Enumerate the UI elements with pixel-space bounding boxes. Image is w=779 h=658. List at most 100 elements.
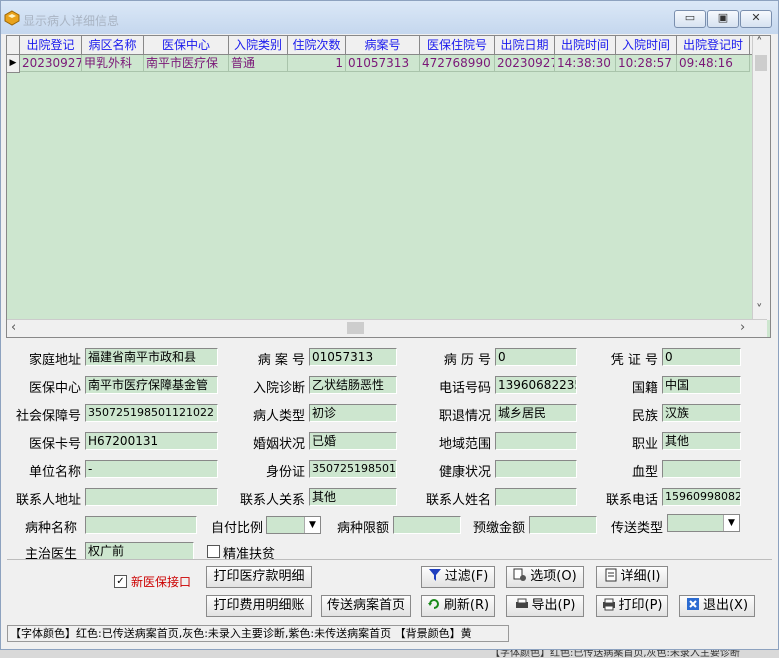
chevron-down-icon[interactable]: ▼ [723, 515, 739, 531]
address-field[interactable]: 福建省南平市政和县 [85, 348, 218, 366]
card-no-label: 医保卡号 [28, 437, 81, 452]
table-cell[interactable]: 1 [288, 55, 346, 72]
column-header[interactable]: 出院时间 [555, 36, 616, 54]
nationality-label: 国籍 [631, 381, 658, 396]
print-button[interactable]: 打印(P) [596, 595, 668, 617]
marital-label: 婚姻状况 [252, 437, 305, 452]
filter-button[interactable]: 过滤(F) [421, 566, 495, 588]
column-header[interactable]: 入院类别 [229, 36, 288, 54]
id-card-field[interactable]: 350725198501 [309, 460, 397, 478]
table-cell[interactable]: 01057313 [346, 55, 420, 72]
column-header[interactable]: 出院日期 [495, 36, 555, 54]
job-field[interactable]: 其他 [662, 432, 741, 450]
table-cell[interactable]: 20230927 [20, 55, 82, 72]
blood-field[interactable] [662, 460, 741, 478]
horizontal-scrollbar[interactable]: ‹ › [7, 319, 767, 337]
contact-phone-label: 联系电话 [605, 493, 658, 508]
card-no-field[interactable]: H67200131 [85, 432, 218, 450]
transfer-type-select[interactable]: ▼ [667, 514, 740, 532]
scroll-right-icon[interactable]: › [740, 321, 745, 335]
doctor-field[interactable]: 权广前 [85, 542, 194, 560]
insurance-center-field[interactable]: 南平市医疗保障基金管 [85, 376, 218, 394]
health-field[interactable] [495, 460, 577, 478]
table-cell[interactable]: 09:48:16 [677, 55, 750, 72]
exit-button[interactable]: 退出(X) [679, 595, 755, 617]
diagnosis-field[interactable]: 乙状结肠恶性 [309, 376, 397, 394]
scroll-up-icon[interactable]: ˄ [756, 37, 763, 51]
region-field[interactable] [495, 432, 577, 450]
table-cell[interactable]: 10:28:57 [616, 55, 677, 72]
patient-grid[interactable]: 出院登记 病区名称 医保中心 入院类别 住院次数 病案号 医保住院号 出院日期 … [6, 35, 771, 338]
filter-label: 过滤(F) [444, 569, 489, 584]
nationality-field[interactable]: 中国 [662, 376, 741, 394]
phone-label: 电话号码 [438, 381, 491, 396]
prepay-field[interactable] [529, 516, 597, 534]
column-header[interactable]: 医保住院号 [420, 36, 495, 54]
employer-label: 单位名称 [28, 465, 81, 480]
ethnicity-field[interactable]: 汉族 [662, 404, 741, 422]
contact-relation-label: 联系人关系 [239, 493, 305, 508]
table-cell[interactable]: 甲乳外科 [82, 55, 144, 72]
table-cell[interactable]: 南平市医疗保 [144, 55, 229, 72]
phone-field[interactable]: 13960682235 [495, 376, 577, 394]
occupation-status-field[interactable]: 城乡居民 [495, 404, 577, 422]
column-header[interactable]: 病案号 [346, 36, 420, 54]
export-button[interactable]: 导出(P) [506, 595, 584, 617]
contact-name-field[interactable] [495, 488, 577, 506]
disease-limit-field[interactable] [393, 516, 461, 534]
options-icon [513, 568, 527, 581]
social-security-label: 社会保障号 [15, 409, 81, 424]
disease-type-field[interactable] [85, 516, 197, 534]
patient-type-field[interactable]: 初诊 [309, 404, 397, 422]
app-icon [4, 10, 20, 26]
self-pay-select[interactable]: ▼ [266, 516, 321, 534]
contact-phone-field[interactable]: 15960998082 [662, 488, 741, 506]
row-indicator-icon: ▶ [7, 55, 20, 73]
insurance-center-label: 医保中心 [28, 381, 81, 396]
close-button[interactable]: ✕ [740, 10, 772, 28]
column-header[interactable]: 出院登记 [20, 36, 82, 54]
poverty-checkbox[interactable] [207, 545, 220, 558]
send-case-home-button[interactable]: 传送病案首页 [321, 595, 411, 617]
marital-field[interactable]: 已婚 [309, 432, 397, 450]
history-no-field[interactable]: 0 [495, 348, 577, 366]
contact-address-field[interactable] [85, 488, 218, 506]
new-insurance-checkbox[interactable]: ✓ [114, 575, 127, 588]
health-label: 健康状况 [438, 465, 491, 480]
table-cell[interactable]: 普通 [229, 55, 288, 72]
self-pay-label: 自付比例 [210, 521, 263, 536]
social-security-field[interactable]: 350725198501121022 [85, 404, 218, 422]
employer-field[interactable]: - [85, 460, 218, 478]
patient-detail-window: 显示病人详细信息 ▭ ▣ ✕ 出院登记 病区名称 医保中心 入院类别 住院次数 … [0, 0, 779, 650]
patient-type-label: 病人类型 [252, 409, 305, 424]
column-header[interactable]: 出院登记时 [677, 36, 750, 54]
exit-icon [686, 598, 699, 610]
contact-name-label: 联系人姓名 [425, 493, 491, 508]
voucher-field[interactable]: 0 [662, 348, 741, 366]
case-no-field[interactable]: 01057313 [309, 348, 397, 366]
maximize-button[interactable]: ▣ [707, 10, 739, 28]
chevron-down-icon[interactable]: ▼ [304, 517, 320, 533]
print-fee-detail-button[interactable]: 打印医疗款明细 [206, 566, 312, 588]
column-header[interactable]: 病区名称 [82, 36, 144, 54]
table-cell[interactable]: 472768990 [420, 55, 495, 72]
scroll-left-icon[interactable]: ‹ [11, 321, 16, 335]
scroll-down-icon[interactable]: ˅ [756, 304, 763, 318]
print-cost-detail-button[interactable]: 打印费用明细账 [206, 595, 312, 617]
ethnicity-label: 民族 [631, 409, 658, 424]
new-insurance-label: 新医保接口 [131, 575, 192, 589]
options-button[interactable]: 选项(O) [506, 566, 584, 588]
refresh-button[interactable]: 刷新(R) [421, 595, 495, 617]
column-header[interactable]: 医保中心 [144, 36, 229, 54]
detail-button[interactable]: 详细(I) [596, 566, 668, 588]
minimize-button[interactable]: ▭ [674, 10, 706, 28]
table-cell[interactable]: 20230927 [495, 55, 555, 72]
contact-relation-field[interactable]: 其他 [309, 488, 397, 506]
disease-type-label: 病种名称 [24, 521, 77, 536]
vertical-scroll-thumb[interactable] [755, 55, 767, 71]
table-cell[interactable]: 14:38:30 [555, 55, 616, 72]
vertical-scrollbar[interactable]: ˄ ˅ [752, 36, 770, 320]
column-header[interactable]: 住院次数 [288, 36, 346, 54]
column-header[interactable]: 入院时间 [616, 36, 677, 54]
horizontal-scroll-thumb[interactable] [347, 322, 364, 334]
